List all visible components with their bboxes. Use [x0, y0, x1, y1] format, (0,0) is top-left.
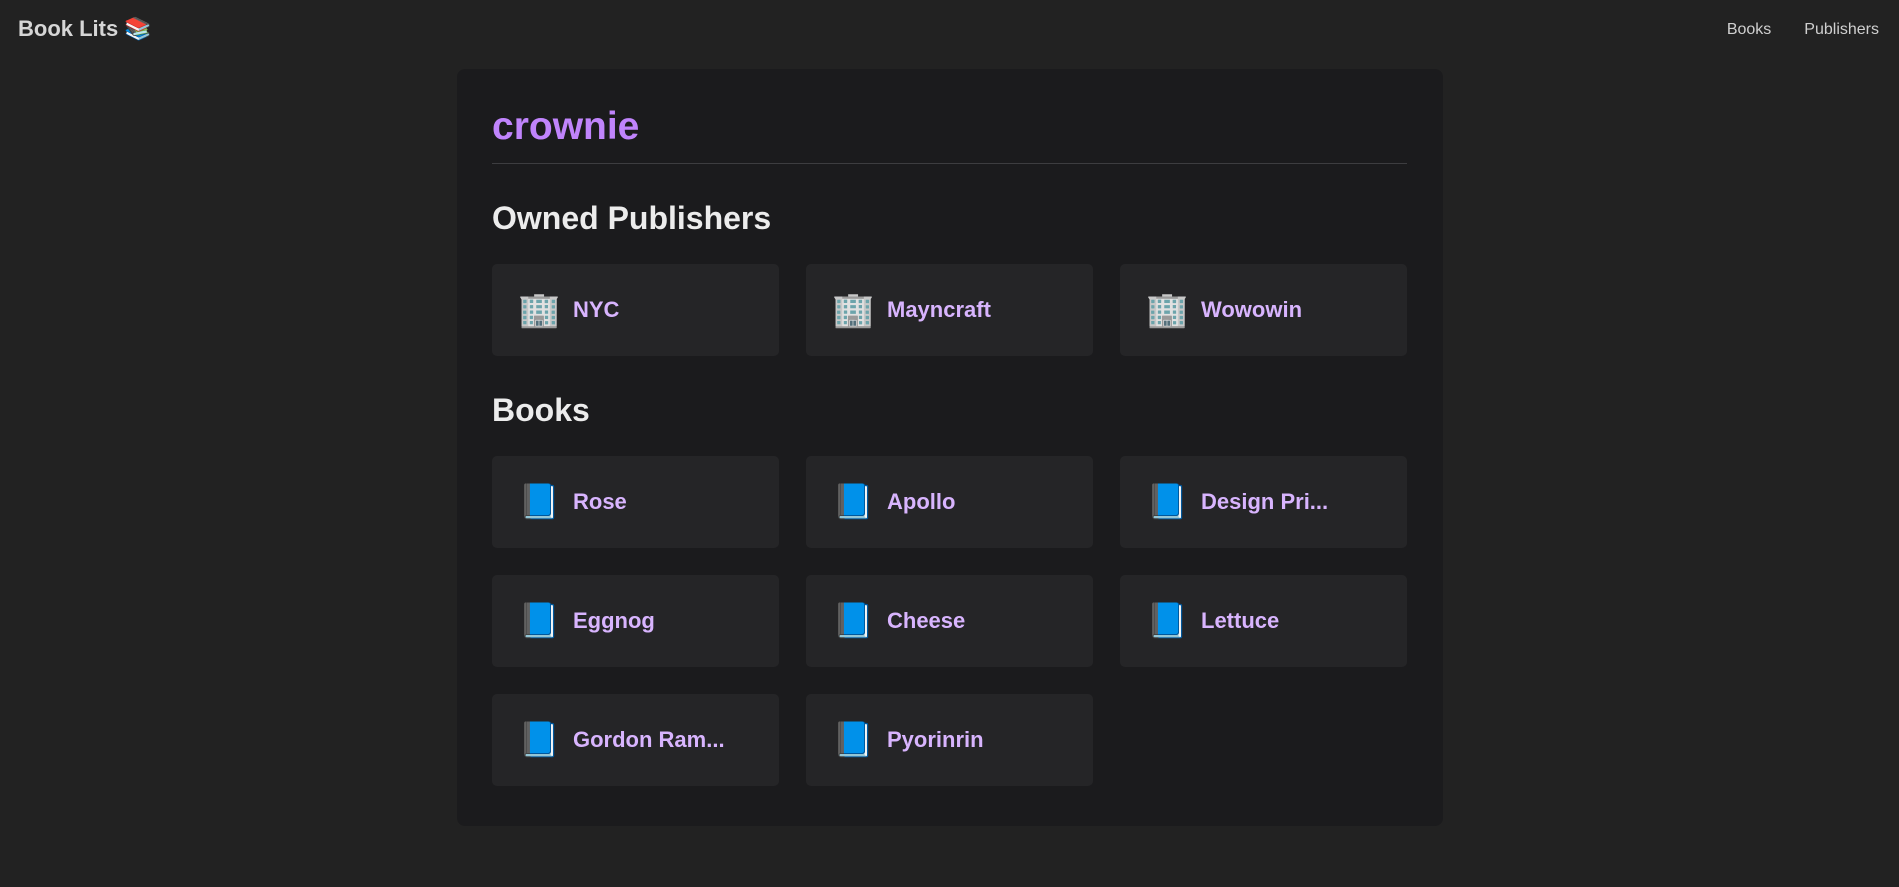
books-grid: 📘 Rose 📘 Apollo 📘 Design Pri... 📘 Eggnog… [492, 456, 1407, 786]
books-heading: Books [492, 392, 590, 428]
publisher-name: Wowowin [1201, 297, 1303, 322]
blue-book-icon: 📘 [518, 483, 561, 521]
publisher-name: NYC [573, 297, 620, 322]
books-stack-icon: 📚 [124, 16, 152, 41]
nav-link-books[interactable]: Books [1727, 21, 1771, 39]
brand-link[interactable]: Book Lits 📚 [18, 16, 152, 42]
blue-book-icon: 📘 [518, 721, 561, 759]
book-title: Gordon Ram... [573, 727, 725, 752]
book-card[interactable]: 📘 Lettuce [1120, 575, 1407, 667]
blue-book-icon: 📘 [832, 483, 875, 521]
publisher-card[interactable]: 🏢 Wowowin [1120, 264, 1407, 356]
book-title: Cheese [887, 608, 966, 633]
office-building-icon: 🏢 [1146, 291, 1189, 329]
book-card[interactable]: 📘 Cheese [806, 575, 1093, 667]
book-card[interactable]: 📘 Design Pri... [1120, 456, 1407, 548]
book-title: Apollo [887, 489, 956, 514]
publisher-card[interactable]: 🏢 Mayncraft [806, 264, 1093, 356]
book-card[interactable]: 📘 Pyorinrin [806, 694, 1093, 786]
office-building-icon: 🏢 [518, 291, 561, 329]
owned-publishers-heading: Owned Publishers [492, 200, 772, 236]
blue-book-icon: 📘 [518, 602, 561, 640]
profile-panel: crownie Owned Publishers 🏢 NYC 🏢 Mayncra… [457, 69, 1443, 826]
main-nav: Books Publishers [1727, 21, 1879, 39]
office-building-icon: 🏢 [832, 291, 875, 329]
top-navbar: Book Lits 📚 Books Publishers [0, 0, 1899, 62]
blue-book-icon: 📘 [1146, 483, 1189, 521]
publisher-card[interactable]: 🏢 NYC [492, 264, 779, 356]
book-card[interactable]: 📘 Eggnog [492, 575, 779, 667]
book-card[interactable]: 📘 Gordon Ram... [492, 694, 779, 786]
nav-link-publishers[interactable]: Publishers [1804, 21, 1879, 39]
publishers-grid: 🏢 NYC 🏢 Mayncraft 🏢 Wowowin [492, 264, 1407, 356]
brand-label: Book Lits [18, 16, 119, 41]
blue-book-icon: 📘 [832, 721, 875, 759]
blue-book-icon: 📘 [1146, 602, 1189, 640]
book-title: Rose [573, 489, 627, 514]
title-divider [492, 163, 1407, 164]
blue-book-icon: 📘 [832, 602, 875, 640]
book-card[interactable]: 📘 Rose [492, 456, 779, 548]
book-title: Design Pri... [1201, 489, 1329, 514]
book-title: Pyorinrin [887, 727, 984, 752]
book-card[interactable]: 📘 Apollo [806, 456, 1093, 548]
page-title: crownie [492, 105, 640, 148]
book-title: Lettuce [1201, 608, 1280, 633]
book-title: Eggnog [573, 608, 655, 633]
publisher-name: Mayncraft [887, 297, 991, 322]
